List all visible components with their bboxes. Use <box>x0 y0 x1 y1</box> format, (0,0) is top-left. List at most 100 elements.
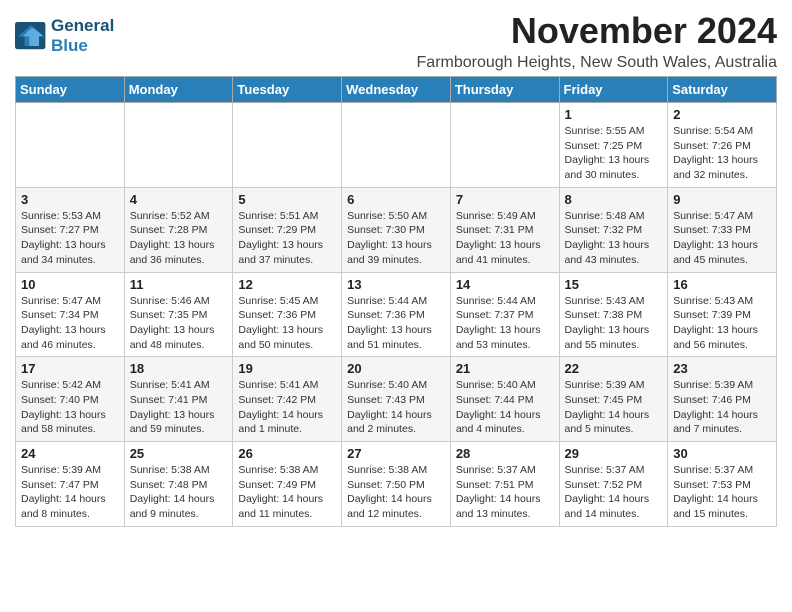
day-number: 5 <box>238 192 336 207</box>
day-number: 25 <box>130 446 228 461</box>
calendar-header-cell: Friday <box>559 77 668 103</box>
calendar-day-cell: 29Sunrise: 5:37 AM Sunset: 7:52 PM Dayli… <box>559 442 668 527</box>
calendar-day-cell: 2Sunrise: 5:54 AM Sunset: 7:26 PM Daylig… <box>668 103 777 188</box>
calendar-day-cell: 9 Sunrise: 5:47 AM Sunset: 7:33 PM Daylig… <box>668 187 777 272</box>
day-number: 26 <box>238 446 336 461</box>
location-title: Farmborough Heights, New South Wales, Au… <box>417 54 777 72</box>
calendar-day-cell: 3 Sunrise: 5:53 AM Sunset: 7:27 PM Daylig… <box>16 187 125 272</box>
day-number: 23 <box>673 361 771 376</box>
day-number: 20 <box>347 361 445 376</box>
calendar-day-cell: 20 Sunrise: 5:40 AM Sunset: 7:43 PM Dayli… <box>342 357 451 442</box>
logo-icon <box>15 22 47 50</box>
calendar-day-cell: 30 Sunrise: 5:37 AM Sunset: 7:53 PM Dayli… <box>668 442 777 527</box>
calendar-day-cell: 13 Sunrise: 5:44 AM Sunset: 7:36 PM Dayli… <box>342 272 451 357</box>
calendar-day-cell: 24 Sunrise: 5:39 AM Sunset: 7:47 PM Dayli… <box>16 442 125 527</box>
day-number: 7 <box>456 192 554 207</box>
calendar-header-cell: Sunday <box>16 77 125 103</box>
calendar-day-cell: 23 Sunrise: 5:39 AM Sunset: 7:46 PM Dayli… <box>668 357 777 442</box>
calendar-day-cell: 6 Sunrise: 5:50 AM Sunset: 7:30 PM Daylig… <box>342 187 451 272</box>
calendar-day-cell: 1 Sunrise: 5:55 AM Sunset: 7:25 PM Daylig… <box>559 103 668 188</box>
day-number: 11 <box>130 277 228 292</box>
calendar-header-row: SundayMondayTuesdayWednesdayThursdayFrid… <box>16 77 777 103</box>
day-number: 27 <box>347 446 445 461</box>
calendar-week-row: 10 Sunrise: 5:47 AM Sunset: 7:34 PM Dayli… <box>16 272 777 357</box>
page-header: General Blue November 2024 Farmborough H… <box>15 10 777 72</box>
calendar-day-cell: 10 Sunrise: 5:47 AM Sunset: 7:34 PM Dayli… <box>16 272 125 357</box>
calendar-day-cell: 21Sunrise: 5:40 AM Sunset: 7:44 PM Dayli… <box>450 357 559 442</box>
day-info: Sunrise: 5:39 AM Sunset: 7:45 PM Dayligh… <box>565 378 663 437</box>
calendar-week-row: 17 Sunrise: 5:42 AM Sunset: 7:40 PM Dayli… <box>16 357 777 442</box>
calendar-day-cell <box>124 103 233 188</box>
calendar-day-cell: 22 Sunrise: 5:39 AM Sunset: 7:45 PM Dayli… <box>559 357 668 442</box>
calendar-day-cell: 27 Sunrise: 5:38 AM Sunset: 7:50 PM Dayli… <box>342 442 451 527</box>
day-info: Sunrise: 5:37 AM Sunset: 7:51 PM Dayligh… <box>456 463 554 522</box>
calendar-day-cell: 25 Sunrise: 5:38 AM Sunset: 7:48 PM Dayli… <box>124 442 233 527</box>
day-number: 21 <box>456 361 554 376</box>
day-number: 1 <box>565 107 663 122</box>
day-info: Sunrise: 5:46 AM Sunset: 7:35 PM Dayligh… <box>130 294 228 353</box>
day-number: 9 <box>673 192 771 207</box>
day-info: Sunrise: 5:38 AM Sunset: 7:50 PM Dayligh… <box>347 463 445 522</box>
day-number: 18 <box>130 361 228 376</box>
day-info: Sunrise: 5:37 AM Sunset: 7:52 PM Dayligh… <box>565 463 663 522</box>
calendar-header-cell: Tuesday <box>233 77 342 103</box>
day-number: 22 <box>565 361 663 376</box>
calendar-day-cell: 15 Sunrise: 5:43 AM Sunset: 7:38 PM Dayli… <box>559 272 668 357</box>
day-info: Sunrise: 5:38 AM Sunset: 7:48 PM Dayligh… <box>130 463 228 522</box>
calendar-day-cell: 18Sunrise: 5:41 AM Sunset: 7:41 PM Dayli… <box>124 357 233 442</box>
day-info: Sunrise: 5:38 AM Sunset: 7:49 PM Dayligh… <box>238 463 336 522</box>
calendar-body: 1 Sunrise: 5:55 AM Sunset: 7:25 PM Daylig… <box>16 103 777 527</box>
day-info: Sunrise: 5:55 AM Sunset: 7:25 PM Dayligh… <box>565 124 663 183</box>
calendar-week-row: 24 Sunrise: 5:39 AM Sunset: 7:47 PM Dayli… <box>16 442 777 527</box>
day-number: 30 <box>673 446 771 461</box>
day-number: 15 <box>565 277 663 292</box>
calendar-day-cell: 4 Sunrise: 5:52 AM Sunset: 7:28 PM Daylig… <box>124 187 233 272</box>
day-number: 14 <box>456 277 554 292</box>
day-info: Sunrise: 5:45 AM Sunset: 7:36 PM Dayligh… <box>238 294 336 353</box>
calendar-day-cell: 16Sunrise: 5:43 AM Sunset: 7:39 PM Dayli… <box>668 272 777 357</box>
day-number: 8 <box>565 192 663 207</box>
calendar-day-cell <box>233 103 342 188</box>
calendar-week-row: 1 Sunrise: 5:55 AM Sunset: 7:25 PM Daylig… <box>16 103 777 188</box>
day-info: Sunrise: 5:39 AM Sunset: 7:47 PM Dayligh… <box>21 463 119 522</box>
day-number: 17 <box>21 361 119 376</box>
day-info: Sunrise: 5:37 AM Sunset: 7:53 PM Dayligh… <box>673 463 771 522</box>
logo-text: General Blue <box>51 16 114 55</box>
day-info: Sunrise: 5:41 AM Sunset: 7:42 PM Dayligh… <box>238 378 336 437</box>
day-info: Sunrise: 5:49 AM Sunset: 7:31 PM Dayligh… <box>456 209 554 268</box>
calendar-day-cell: 12Sunrise: 5:45 AM Sunset: 7:36 PM Dayli… <box>233 272 342 357</box>
day-info: Sunrise: 5:40 AM Sunset: 7:43 PM Dayligh… <box>347 378 445 437</box>
calendar-day-cell <box>450 103 559 188</box>
calendar-day-cell: 19 Sunrise: 5:41 AM Sunset: 7:42 PM Dayli… <box>233 357 342 442</box>
month-title: November 2024 <box>417 10 777 52</box>
day-info: Sunrise: 5:54 AM Sunset: 7:26 PM Dayligh… <box>673 124 771 183</box>
calendar-day-cell: 7 Sunrise: 5:49 AM Sunset: 7:31 PM Daylig… <box>450 187 559 272</box>
day-number: 28 <box>456 446 554 461</box>
day-number: 3 <box>21 192 119 207</box>
calendar-day-cell: 26 Sunrise: 5:38 AM Sunset: 7:49 PM Dayli… <box>233 442 342 527</box>
day-info: Sunrise: 5:50 AM Sunset: 7:30 PM Dayligh… <box>347 209 445 268</box>
day-number: 19 <box>238 361 336 376</box>
day-number: 24 <box>21 446 119 461</box>
day-info: Sunrise: 5:42 AM Sunset: 7:40 PM Dayligh… <box>21 378 119 437</box>
logo: General Blue <box>15 16 114 55</box>
calendar-day-cell: 28 Sunrise: 5:37 AM Sunset: 7:51 PM Dayli… <box>450 442 559 527</box>
day-info: Sunrise: 5:47 AM Sunset: 7:34 PM Dayligh… <box>21 294 119 353</box>
calendar-day-cell: 17 Sunrise: 5:42 AM Sunset: 7:40 PM Dayli… <box>16 357 125 442</box>
day-info: Sunrise: 5:43 AM Sunset: 7:39 PM Dayligh… <box>673 294 771 353</box>
day-info: Sunrise: 5:44 AM Sunset: 7:36 PM Dayligh… <box>347 294 445 353</box>
day-info: Sunrise: 5:48 AM Sunset: 7:32 PM Dayligh… <box>565 209 663 268</box>
day-number: 13 <box>347 277 445 292</box>
day-info: Sunrise: 5:52 AM Sunset: 7:28 PM Dayligh… <box>130 209 228 268</box>
title-area: November 2024 Farmborough Heights, New S… <box>417 10 777 72</box>
day-number: 10 <box>21 277 119 292</box>
calendar-header-cell: Monday <box>124 77 233 103</box>
day-info: Sunrise: 5:53 AM Sunset: 7:27 PM Dayligh… <box>21 209 119 268</box>
day-info: Sunrise: 5:39 AM Sunset: 7:46 PM Dayligh… <box>673 378 771 437</box>
day-number: 4 <box>130 192 228 207</box>
day-info: Sunrise: 5:43 AM Sunset: 7:38 PM Dayligh… <box>565 294 663 353</box>
day-info: Sunrise: 5:47 AM Sunset: 7:33 PM Dayligh… <box>673 209 771 268</box>
day-number: 6 <box>347 192 445 207</box>
calendar-day-cell <box>342 103 451 188</box>
calendar-day-cell: 8 Sunrise: 5:48 AM Sunset: 7:32 PM Daylig… <box>559 187 668 272</box>
